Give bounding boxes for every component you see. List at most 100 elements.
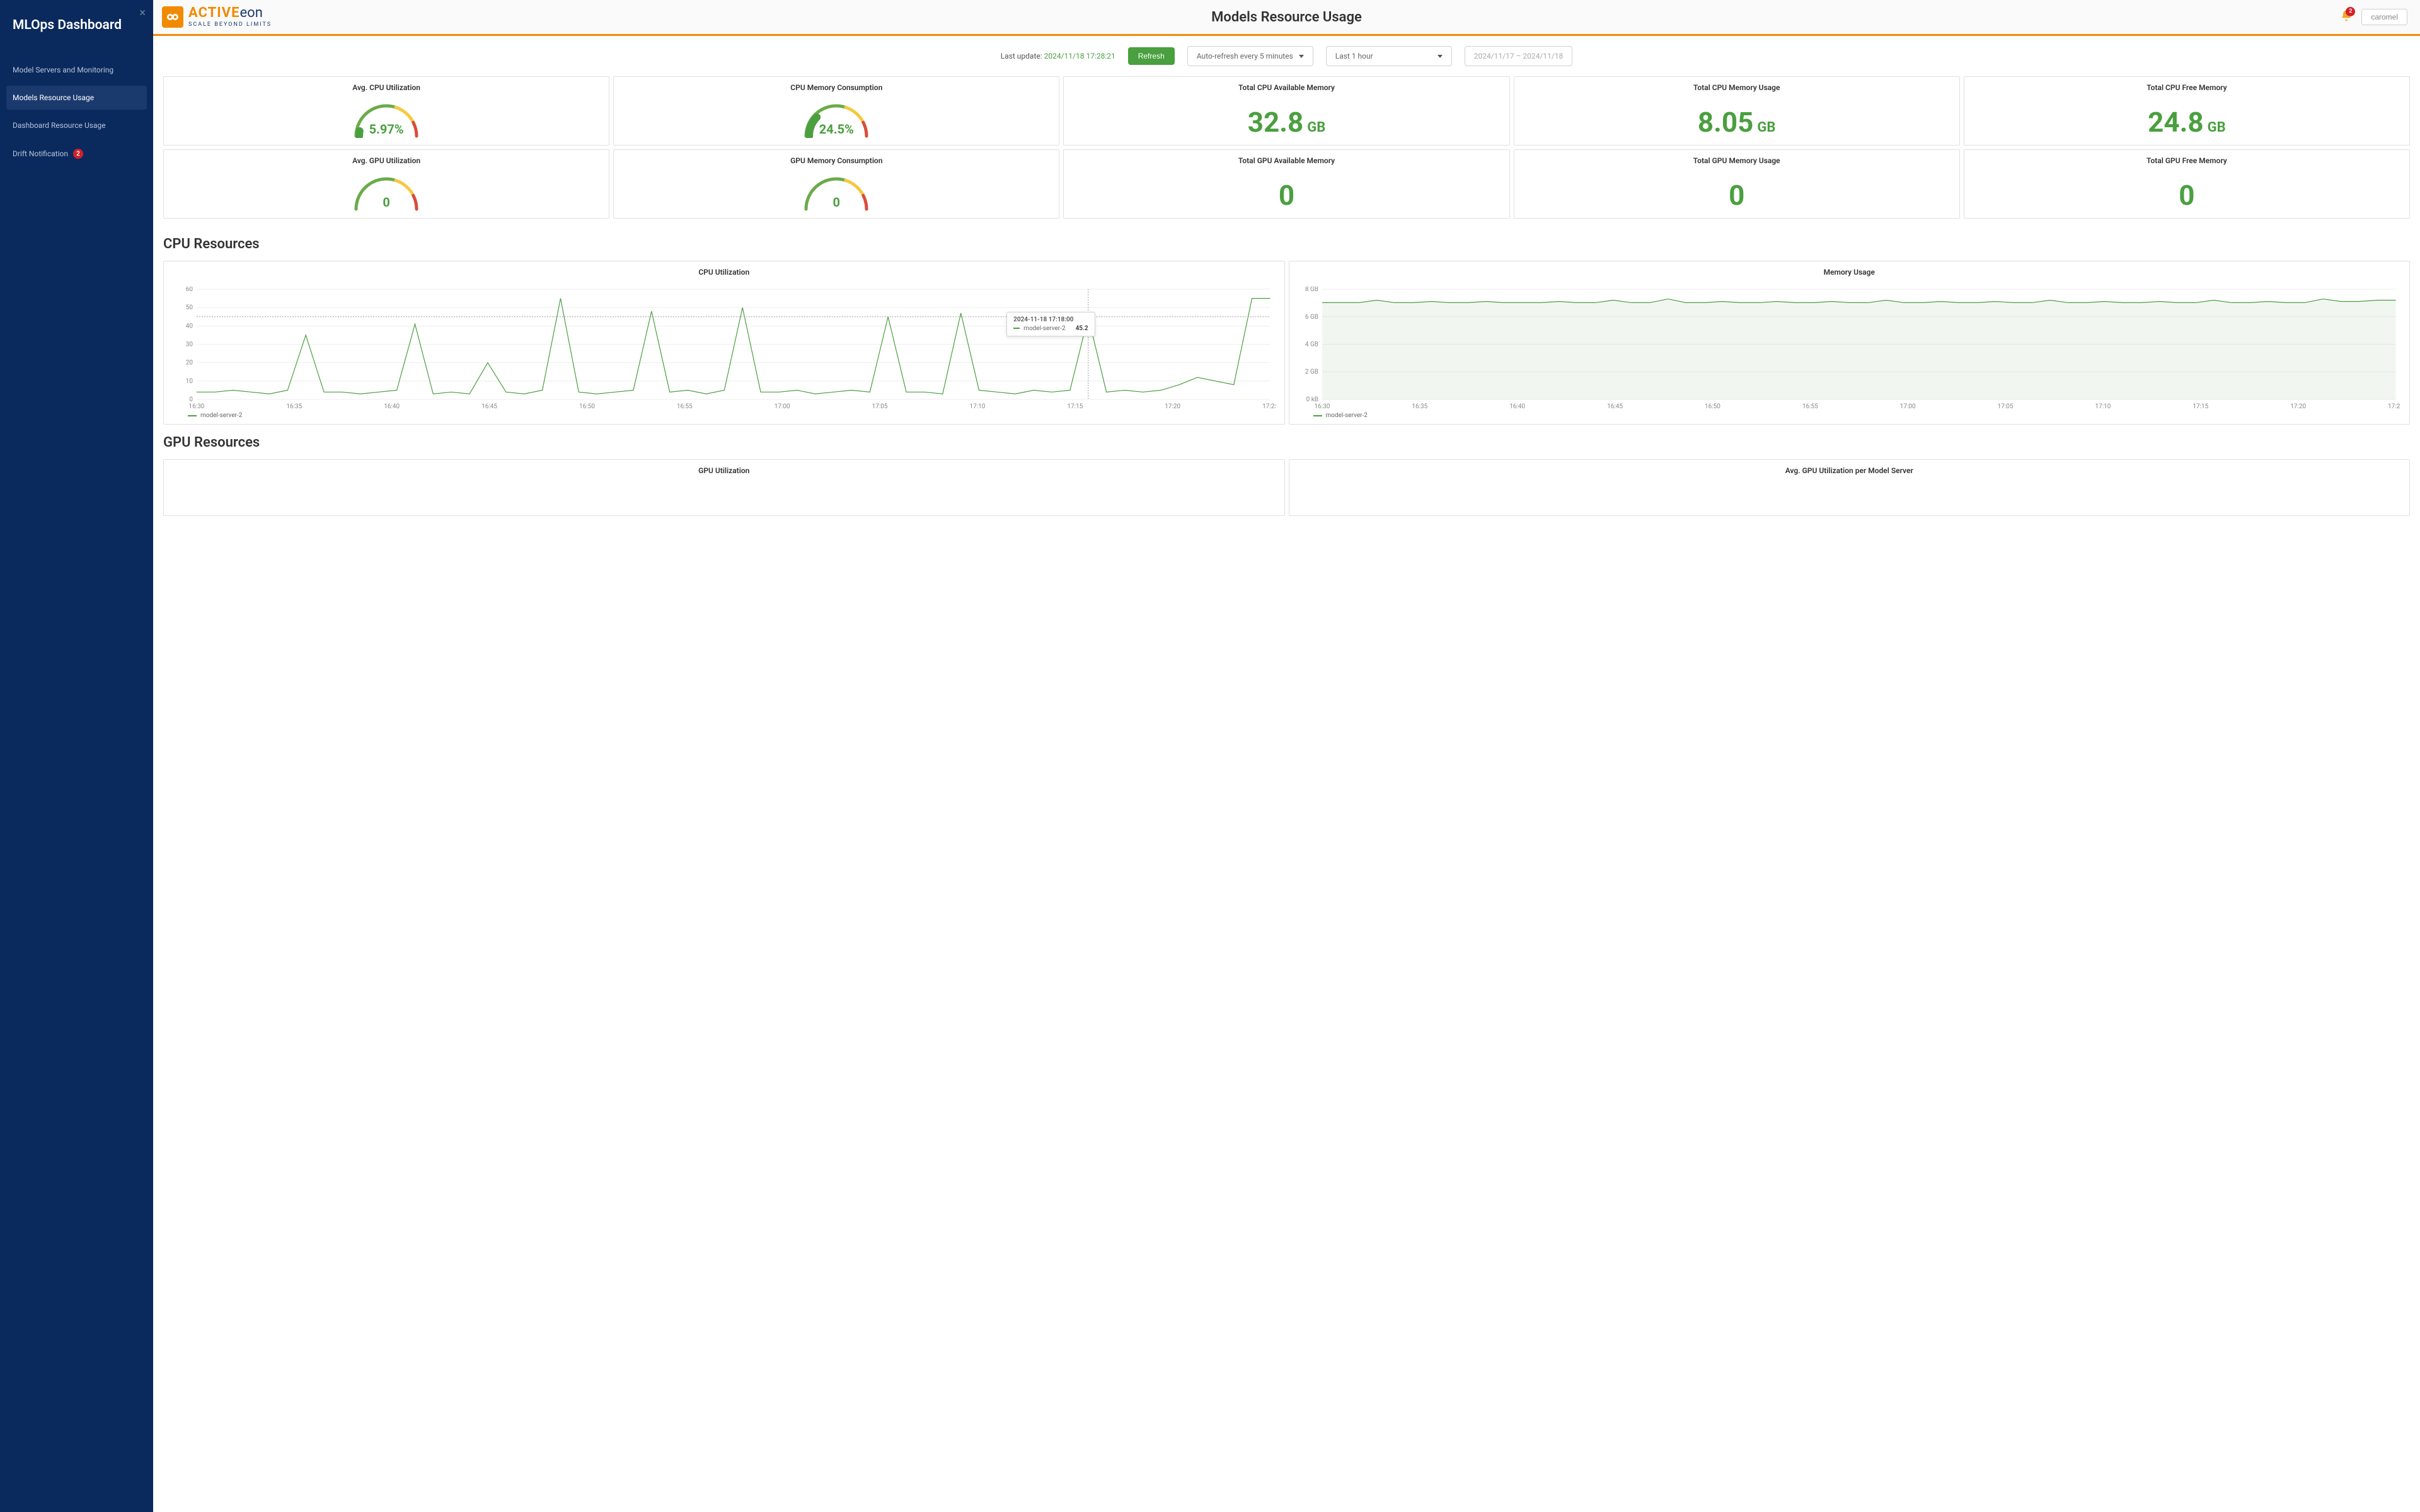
chart-title: Avg. GPU Utilization per Model Server [1298,466,2401,475]
metric-card-2: Total CPU Available Memory 32.8GB [1063,76,1509,146]
gauge-value: 5.97% [369,122,404,137]
gauge-value: 0 [383,195,389,210]
brand-name-eon: eon [240,6,263,20]
date-range-input[interactable]: 2024/11/17 – 2024/11/18 [1465,46,1573,66]
big-number-unit: GB [1757,120,1775,135]
chart-legend: model-server-2 [173,412,1276,419]
sidebar-item-label: Dashboard Resource Usage [13,121,106,130]
svg-text:17:10: 17:10 [2095,403,2111,410]
chart-title: Memory Usage [1298,268,2401,277]
metric-card-9: Total GPU Free Memory 0 [1964,149,2410,219]
svg-text:17:10: 17:10 [969,403,985,410]
legend-label: model-server-2 [1326,412,1368,419]
big-number-value: 8.05 [1698,106,1754,139]
card-title: Total GPU Free Memory [2146,156,2227,165]
topbar: ACTIVEeon SCALE BEYOND LIMITS Models Res… [153,0,2420,36]
svg-text:50: 50 [186,304,193,311]
svg-text:16:40: 16:40 [384,403,400,410]
last-update-label: Last update: [1001,52,1044,60]
gauge-value: 0 [833,195,840,210]
close-icon[interactable]: × [139,6,146,20]
svg-text:4 GB: 4 GB [1305,341,1318,348]
card-title: GPU Memory Consumption [790,156,882,165]
svg-text:16:50: 16:50 [579,403,595,410]
metrics-cards: Avg. CPU Utilization5.97%CPU Memory Cons… [153,76,2420,226]
auto-refresh-value: Auto-refresh every 5 minutes [1197,52,1293,60]
big-number: 0 [2179,170,2194,212]
legend-label: model-server-2 [200,412,242,419]
time-range-select[interactable]: Last 1 hour [1326,46,1452,66]
metric-card-5: Avg. GPU Utilization0 [163,149,609,219]
big-number: 0 [1279,170,1294,212]
chart-title: GPU Utilization [173,466,1276,475]
big-number: 32.8GB [1248,97,1326,139]
svg-text:16:35: 16:35 [1412,403,1427,410]
svg-text:17:20: 17:20 [1165,403,1180,410]
chart-cpu-utilization: CPU Utilization 010203040506016:3016:351… [163,261,1285,425]
sidebar-item-1[interactable]: Models Resource Usage [6,86,147,110]
notifications-button[interactable]: 2 [2340,9,2353,25]
svg-text:60: 60 [186,287,193,293]
gauge-value: 24.5% [819,122,854,137]
chart-title: CPU Utilization [173,268,1276,277]
chevron-down-icon [1299,55,1304,58]
sidebar-item-0[interactable]: Model Servers and Monitoring [6,58,147,82]
svg-text:0: 0 [189,396,193,403]
chevron-down-icon [1438,55,1443,58]
big-number-unit: GB [1307,120,1325,135]
metric-card-7: Total GPU Available Memory0 [1063,149,1509,219]
last-update: Last update: 2024/11/18 17:28:21 [1001,52,1115,60]
metric-card-4: Total CPU Free Memory24.8GB [1964,76,2410,146]
sidebar-item-badge: 2 [73,149,83,159]
legend-swatch-icon [188,415,197,416]
svg-text:0 kB: 0 kB [1306,396,1318,403]
svg-text:17:15: 17:15 [2192,403,2208,410]
svg-text:2 GB: 2 GB [1305,369,1318,375]
user-menu-button[interactable]: caromel [2361,9,2407,25]
brand-name-active: ACTIVE [188,6,240,20]
svg-text:16:40: 16:40 [1509,403,1525,410]
svg-text:17:00: 17:00 [1899,403,1915,410]
metric-card-3: Total CPU Memory Usage8.05GB [1514,76,1960,146]
svg-text:17:00: 17:00 [775,403,790,410]
big-number: 8.05GB [1698,97,1776,139]
svg-text:16:45: 16:45 [481,403,497,410]
legend-swatch-icon [1313,415,1322,416]
notification-badge: 2 [2346,7,2355,16]
card-title: Total CPU Available Memory [1238,83,1335,92]
svg-text:17:05: 17:05 [872,403,888,410]
brand-tagline: SCALE BEYOND LIMITS [188,22,272,28]
svg-text:16:30: 16:30 [189,403,205,410]
chart-memory-usage: Memory Usage 0 kB2 GB4 GB6 GB8 GB16:3016… [1289,261,2411,425]
big-number-value: 0 [1279,179,1294,212]
refresh-button[interactable]: Refresh [1128,47,1175,65]
svg-text:17:25: 17:25 [1262,403,1275,410]
big-number-value: 24.8 [2148,106,2204,139]
card-title: Total GPU Memory Usage [1693,156,1780,165]
svg-text:8 GB: 8 GB [1305,287,1318,293]
gauge: 0 [349,170,424,211]
section-cpu-title: CPU Resources [153,226,2420,261]
sidebar: × MLOps Dashboard Model Servers and Moni… [0,0,153,1512]
gauge: 5.97% [349,97,424,138]
main: ACTIVEeon SCALE BEYOND LIMITS Models Res… [153,0,2420,1512]
gauge: 0 [798,170,874,211]
svg-text:16:55: 16:55 [1802,403,1818,410]
big-number-value: 0 [1729,179,1744,212]
svg-text:16:45: 16:45 [1607,403,1623,410]
chart-legend: model-server-2 [1298,412,2401,419]
svg-text:16:50: 16:50 [1705,403,1720,410]
time-range-value: Last 1 hour [1335,52,1373,60]
chart-gpu-utilization: GPU Utilization [163,459,1285,516]
controls-bar: Last update: 2024/11/18 17:28:21 Refresh… [153,36,2420,76]
svg-text:17:25: 17:25 [2388,403,2400,410]
gauge: 24.5% [798,97,874,138]
sidebar-item-2[interactable]: Dashboard Resource Usage [6,113,147,137]
sidebar-item-3[interactable]: Drift Notification 2 [6,141,147,166]
metric-card-6: GPU Memory Consumption 0 [613,149,1059,219]
svg-text:40: 40 [186,323,193,329]
card-title: Total CPU Free Memory [2146,83,2227,92]
svg-text:16:30: 16:30 [1314,403,1330,410]
auto-refresh-select[interactable]: Auto-refresh every 5 minutes [1187,46,1313,66]
sidebar-item-label: Drift Notification [13,149,68,158]
